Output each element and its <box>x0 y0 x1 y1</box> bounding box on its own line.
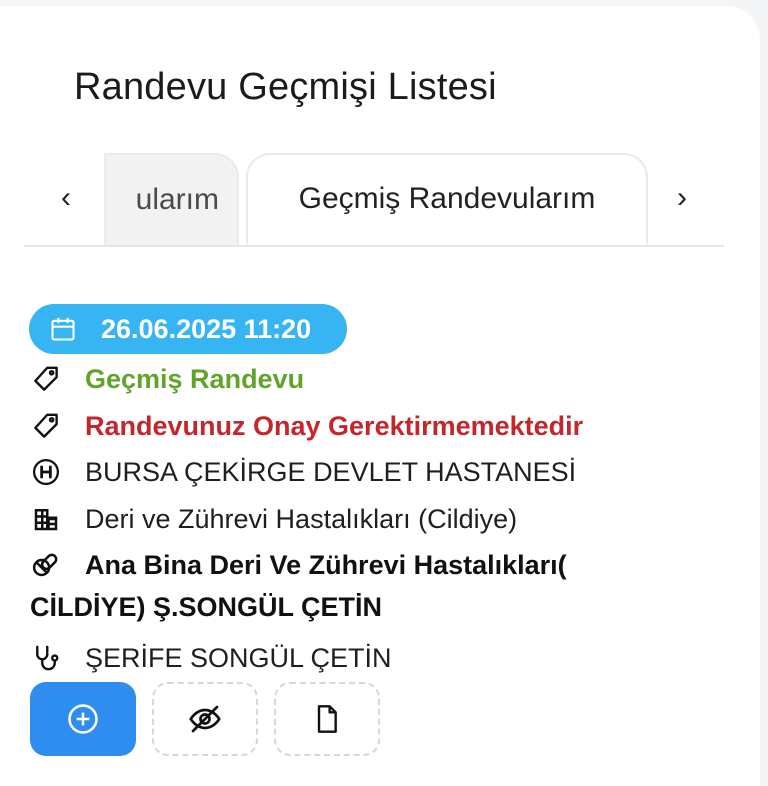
examination-place-line2: CİLDİYE) Ş.SONGÜL ÇETİN <box>30 592 383 622</box>
clinic-name: Deri ve Zührevi Hastalıkları (Cildiye) <box>85 503 518 534</box>
approval-note: Randevunuz Onay Gerektirmemektedir <box>85 410 584 441</box>
tab-past-appointments[interactable]: Geçmiş Randevularım <box>246 153 648 245</box>
appointment-status: Geçmiş Randevu <box>85 363 305 394</box>
stethoscope-icon <box>30 642 62 674</box>
tab-upcoming-appointments[interactable]: ularım <box>104 153 239 245</box>
hide-button[interactable] <box>152 682 258 756</box>
tab-baseline <box>24 245 724 247</box>
tab-bar: ‹ ularım Geçmiş Randevularım › <box>24 150 724 247</box>
building-icon <box>30 503 62 535</box>
hospital-h-icon <box>30 456 62 488</box>
status-row: Geçmiş Randevu <box>30 359 304 399</box>
pills-icon <box>30 549 62 581</box>
tab-prev-arrow[interactable]: ‹ <box>48 180 84 216</box>
tab-next-arrow[interactable]: › <box>664 180 700 216</box>
tab-label: ularım <box>135 183 219 216</box>
place-row: Ana Bina Deri Ve Zührevi Hastalıkları( <box>30 545 567 585</box>
hospital-name: BURSA ÇEKİRGE DEVLET HASTANESİ <box>85 456 577 487</box>
tag-icon <box>30 363 62 395</box>
eye-off-icon <box>187 701 223 737</box>
tag-icon <box>30 410 62 442</box>
document-button[interactable] <box>274 682 380 756</box>
tab-label: Geçmiş Randevularım <box>298 182 596 215</box>
add-button[interactable] <box>30 682 136 756</box>
plus-circle-icon <box>66 702 100 736</box>
page-title: Randevu Geçmişi Listesi <box>74 66 497 108</box>
clinic-row: Deri ve Zührevi Hastalıkları (Cildiye) <box>30 499 517 539</box>
approval-row: Randevunuz Onay Gerektirmemektedir <box>30 406 583 446</box>
doctor-row: ŞERİFE SONGÜL ÇETİN <box>30 638 392 678</box>
calendar-icon <box>49 315 77 343</box>
doctor-name: ŞERİFE SONGÜL ÇETİN <box>85 642 392 673</box>
date-badge: 26.06.2025 11:20 <box>29 304 347 354</box>
document-icon <box>311 703 343 735</box>
examination-place-line1: Ana Bina Deri Ve Zührevi Hastalıkları( <box>85 549 567 580</box>
appointment-datetime: 26.06.2025 11:20 <box>101 313 312 344</box>
hospital-row: BURSA ÇEKİRGE DEVLET HASTANESİ <box>30 452 576 492</box>
